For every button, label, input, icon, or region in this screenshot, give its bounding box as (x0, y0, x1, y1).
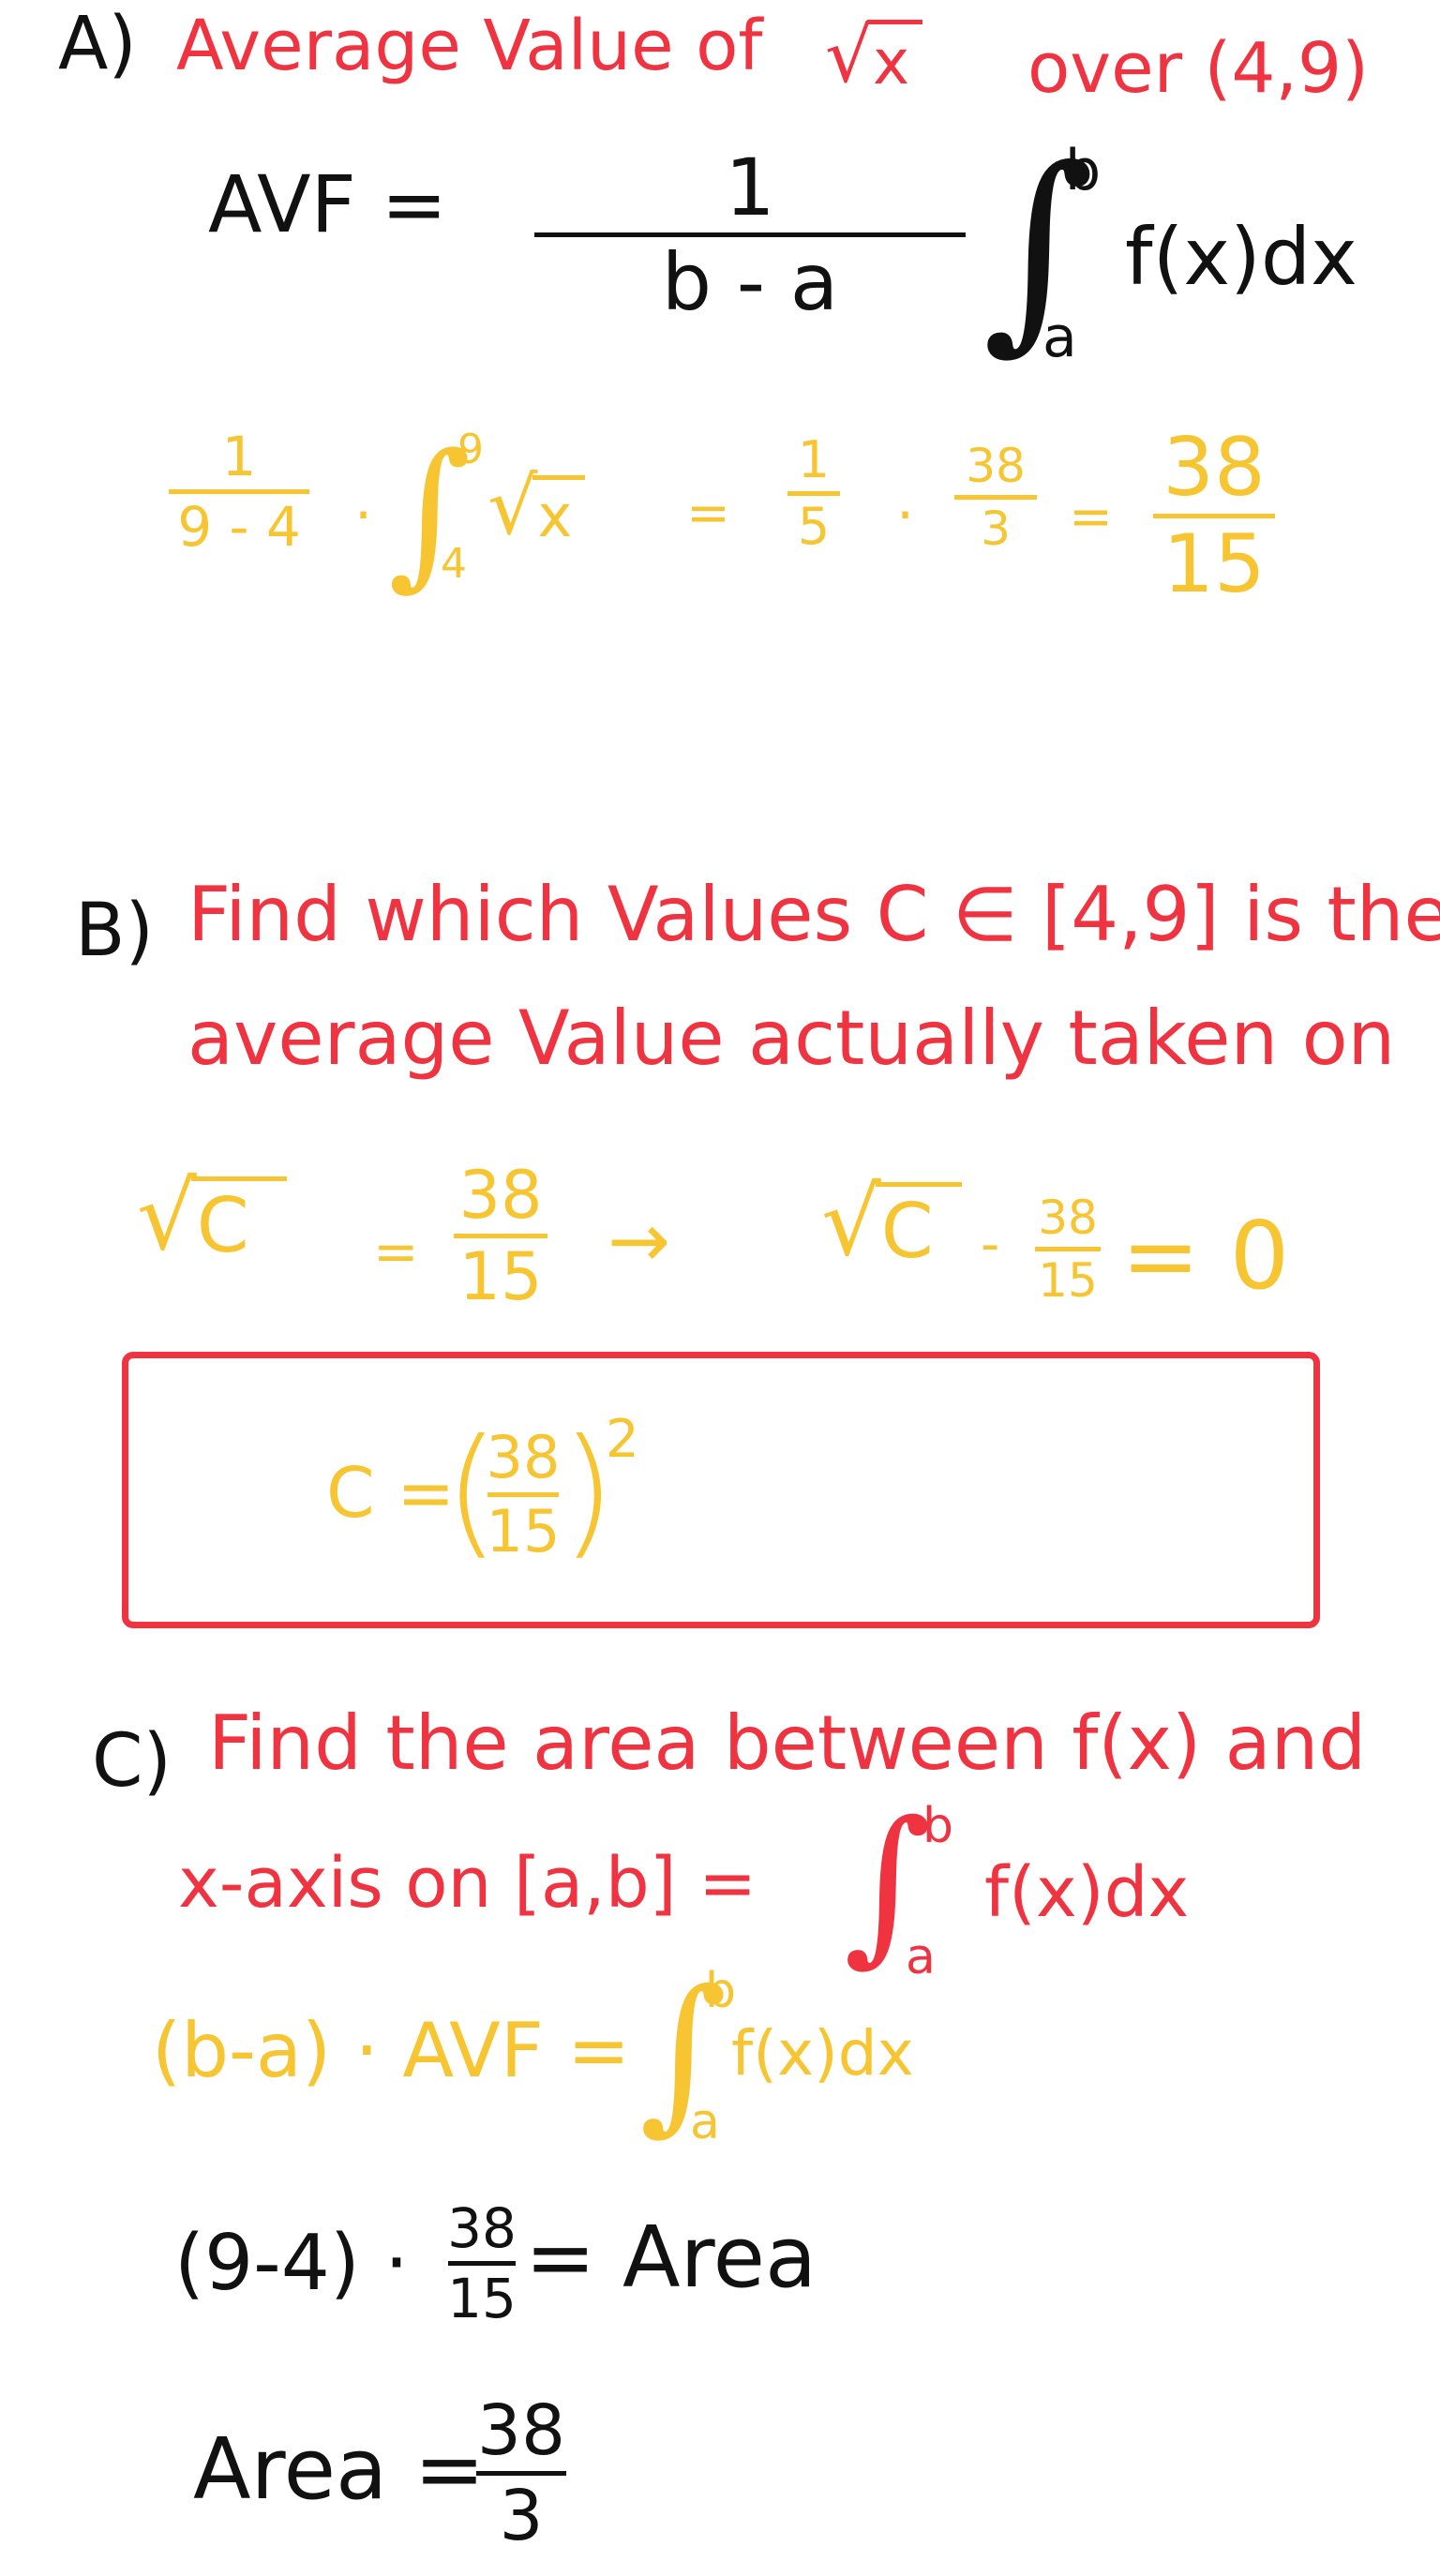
line4-num: 38 (476, 2390, 566, 2471)
boxed-num: 38 (486, 1423, 561, 1491)
part-c-integrand: f(x)dx (984, 1852, 1190, 1933)
part-b-fraction-38-15: 38 15 (454, 1162, 548, 1310)
calc-fraction-38-3: 38 3 (954, 442, 1037, 552)
boxed-fraction-38-15: 38 15 (486, 1423, 561, 1565)
calc-frac1-den: 5 (797, 497, 831, 556)
part-b-minus: - (981, 1214, 1000, 1275)
avf-fraction-denominator: b - a (661, 236, 839, 328)
part-c-letter: C) (92, 1719, 172, 1804)
calc-fraction-1-5: 1 5 (788, 435, 840, 552)
avf-fraction: 1 b - a (534, 148, 966, 322)
part-c-integral-upper: b (922, 1798, 954, 1854)
line4-den: 3 (499, 2476, 544, 2556)
part-b-num-2: 38 (1038, 1191, 1098, 1245)
boxed-den: 15 (486, 1497, 561, 1565)
part-b-den: 15 (458, 1238, 543, 1315)
part-b-den-2: 15 (1038, 1253, 1098, 1308)
part-a-prompt-sqrt: √ x (825, 19, 923, 94)
part-c-integral-lower: a (906, 1929, 936, 1985)
fraction-bar (169, 489, 309, 494)
part-c-prompt-line-2: x-axis on [a,b] = (178, 1843, 758, 1924)
fraction-bar (788, 491, 840, 496)
calc-equals-2: = (1069, 487, 1113, 547)
part-b-prompt-line-2: average Value actually taken on (188, 995, 1396, 1082)
fraction-bar (1035, 1247, 1101, 1251)
part-c-prompt-line-1: Find the area between f(x) and (208, 1700, 1367, 1787)
avf-fraction-numerator: 1 (725, 142, 775, 233)
line3-num: 38 (447, 2196, 517, 2260)
answer-box (122, 1352, 1320, 1628)
part-b-sqrt-c-2: √ C (821, 1176, 962, 1269)
calc-integral-lower: 4 (441, 540, 467, 588)
part-c-yellow-lhs: (b-a) · AVF = (152, 2007, 631, 2094)
calc-integral-upper: 9 (458, 426, 484, 473)
part-b-num: 38 (458, 1157, 543, 1234)
part-c-yellow-integral-upper: b (705, 1963, 737, 2019)
part-b-equals-zero: = 0 (1121, 1201, 1290, 1310)
part-a-prompt-interval: over (4,9) (1028, 28, 1369, 109)
integral-lower-limit: a (1042, 305, 1077, 370)
calc-sqrt-x: √ x (488, 467, 586, 546)
part-b-equals: = (373, 1220, 419, 1283)
part-c-line3-rhs: = Area (525, 2209, 818, 2307)
part-b-prompt-line-1: Find which Values C ∈ [4,9] is the (188, 871, 1440, 958)
integral-upper-limit: b (1065, 138, 1102, 203)
part-c-line3-fraction: 38 15 (447, 2196, 517, 2330)
fraction-bar (954, 495, 1037, 500)
calc-frac1-num: 1 (797, 430, 831, 489)
part-c-yellow-integrand: f(x)dx (731, 2017, 914, 2089)
part-b-sqrt-c: √ C (137, 1170, 287, 1264)
calc-dot: · (354, 483, 373, 548)
integrand: f(x)dx (1125, 211, 1358, 303)
avf-label: AVF = (208, 158, 447, 250)
part-b-letter: B) (75, 889, 154, 973)
calc-den: 9 - 4 (177, 495, 301, 559)
calc-result-38-15: 38 15 (1153, 427, 1275, 605)
part-c-line4-lhs: Area = (193, 2420, 486, 2519)
calc-result-num: 38 (1162, 421, 1266, 515)
calc-result-den: 15 (1162, 517, 1266, 611)
calc-num: 1 (221, 425, 257, 488)
part-c-yellow-integral-lower: a (690, 2094, 720, 2150)
calc-frac2-den: 3 (981, 502, 1011, 556)
part-a-prompt-text: Average Value of (176, 6, 763, 86)
part-b-arrow: → (608, 1197, 671, 1284)
fraction-bar (448, 2261, 516, 2266)
part-a-letter: A) (58, 2, 137, 86)
part-b-fraction-38-15-small: 38 15 (1035, 1194, 1101, 1304)
boxed-exponent: 2 (606, 1409, 639, 1470)
part-c-line4-fraction: 38 3 (476, 2396, 566, 2551)
calc-frac2-num: 38 (966, 439, 1026, 493)
calc-dot-2: · (896, 483, 915, 548)
line3-den: 15 (447, 2267, 517, 2330)
part-c-line3-lhs: (9-4) · (174, 2219, 410, 2308)
boxed-c-equals: C = (326, 1453, 456, 1534)
calc-fraction-1-over-5: 1 9 - 4 (169, 429, 309, 554)
calc-equals-1: = (686, 483, 730, 544)
